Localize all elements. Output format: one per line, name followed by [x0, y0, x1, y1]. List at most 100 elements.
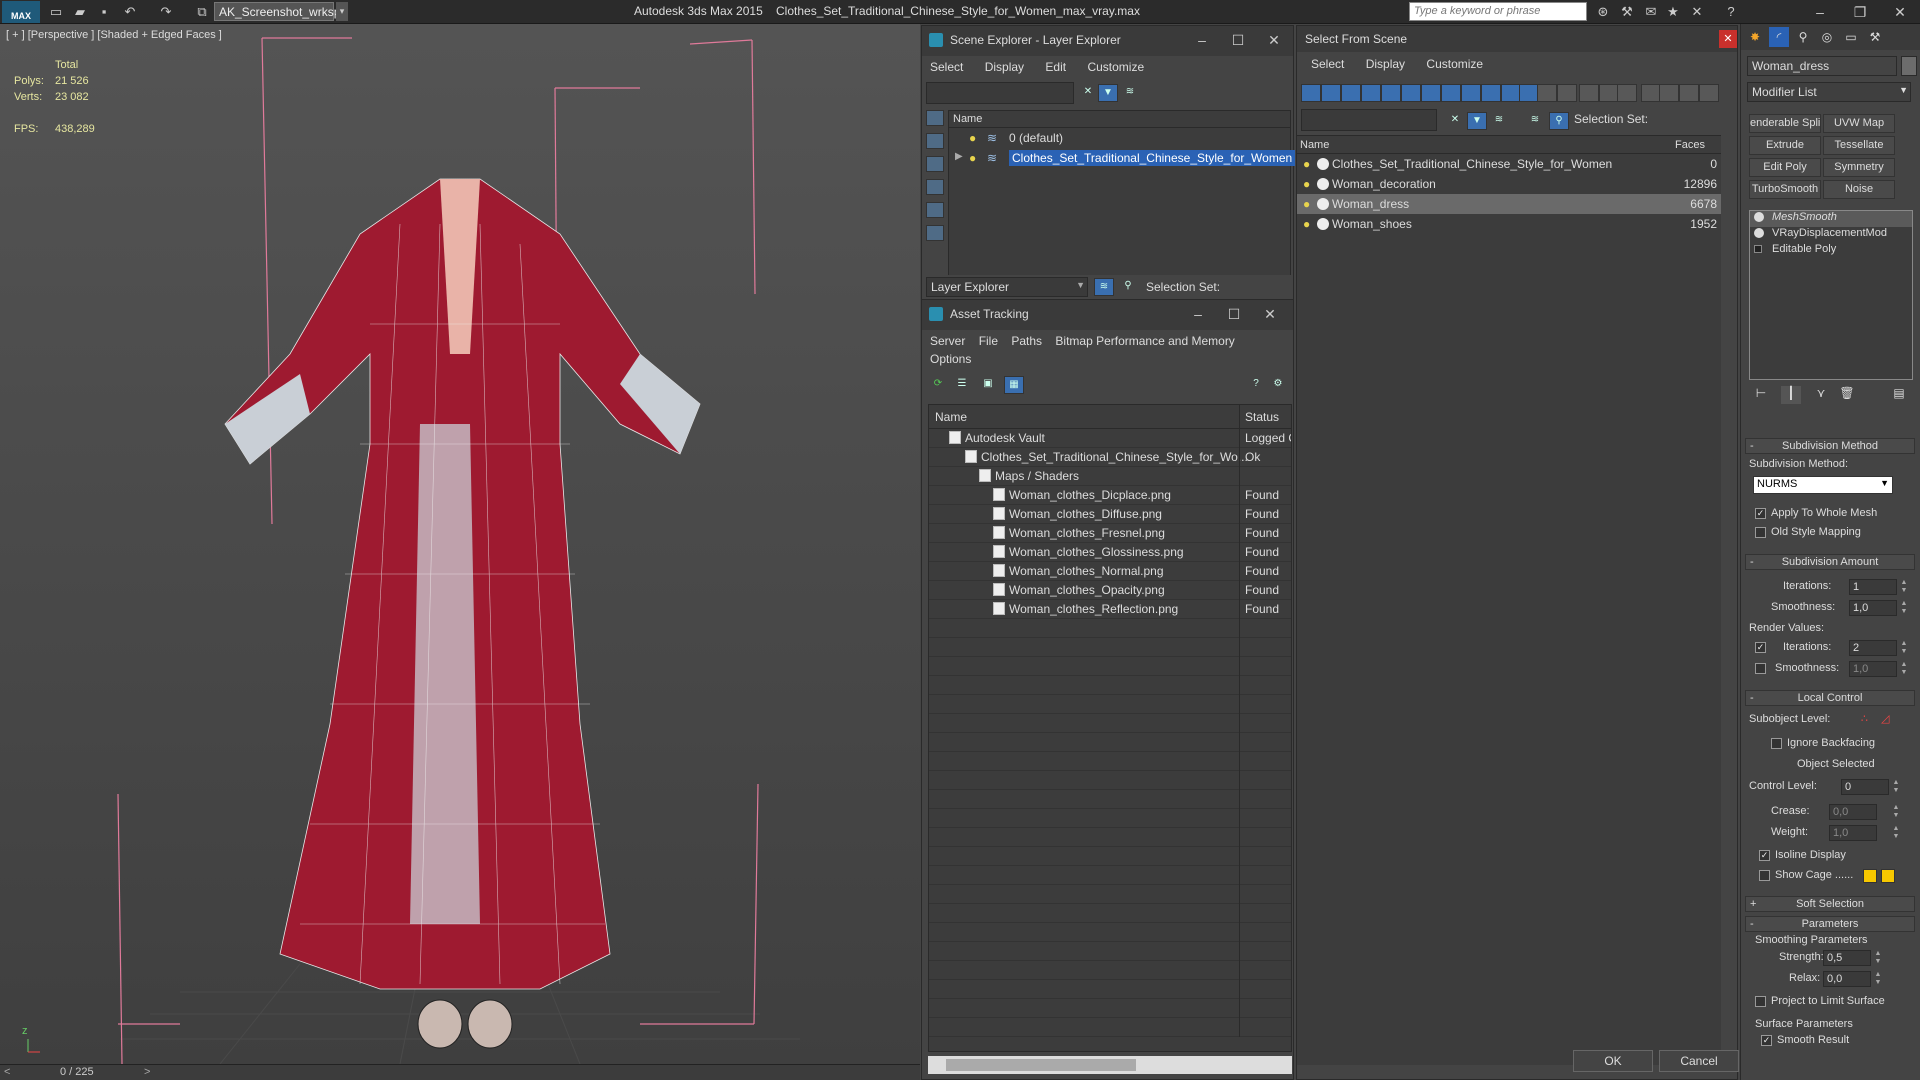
- viewport-label[interactable]: [ + ] [Perspective ] [Shaded + Edged Fac…: [6, 29, 222, 41]
- geometry-filter-icon[interactable]: [1301, 84, 1321, 102]
- configure-modifier-sets-icon[interactable]: ▤: [1889, 386, 1909, 404]
- refresh-icon[interactable]: ⟳: [928, 376, 948, 394]
- render-smoothness-spinner[interactable]: 1,0: [1849, 661, 1897, 677]
- modify-tab-icon[interactable]: ◜: [1769, 27, 1789, 47]
- light-bulb-icon[interactable]: ●: [1303, 177, 1310, 191]
- object-row[interactable]: ● Woman_decoration 12896: [1297, 174, 1721, 194]
- light-bulb-icon[interactable]: ●: [1303, 157, 1310, 171]
- visibility-bulb-icon[interactable]: [1754, 212, 1764, 222]
- object-name-field[interactable]: Woman_dress: [1747, 56, 1897, 76]
- asset-row[interactable]: Woman_clothes_Opacity.png Found: [929, 581, 1291, 600]
- filter-filter-icon[interactable]: [1659, 84, 1679, 102]
- asset-row[interactable]: Woman_clothes_Glossiness.png Found: [929, 543, 1291, 562]
- frozen-filter-icon[interactable]: [1501, 84, 1521, 102]
- rollout-subdivision-amount[interactable]: - Subdivision Amount: [1745, 554, 1915, 570]
- display-helpers-icon[interactable]: [926, 202, 944, 218]
- spinner-arrows-icon[interactable]: ▲ ▼: [1891, 779, 1901, 795]
- helpers-filter-icon[interactable]: [1381, 84, 1401, 102]
- ss-menu-customize[interactable]: Customize: [1426, 57, 1483, 71]
- display-cameras-icon[interactable]: [926, 179, 944, 195]
- help-icon[interactable]: ?: [1246, 376, 1266, 394]
- mod-button-noise[interactable]: Noise: [1823, 180, 1895, 199]
- select-all-filter-icon[interactable]: [1599, 84, 1619, 102]
- hierarchy-icon[interactable]: ⚲: [1118, 278, 1138, 296]
- spacewarps-filter-icon[interactable]: [1401, 84, 1421, 102]
- perspective-viewport[interactable]: z [ + ] [Perspective ] [Shaded + Edged F…: [0, 24, 920, 1064]
- cage-color-swatch[interactable]: [1863, 869, 1877, 883]
- object-row[interactable]: ● Woman_shoes 1952: [1297, 214, 1721, 234]
- light-bulb-icon[interactable]: ●: [969, 131, 976, 145]
- clear-search-icon[interactable]: ✕: [1445, 112, 1465, 130]
- all-filter-icon[interactable]: [1537, 84, 1557, 102]
- visibility-bulb-icon[interactable]: [1754, 228, 1764, 238]
- communication-icon[interactable]: ✉: [1642, 3, 1660, 21]
- project-limit-surface-checkbox[interactable]: [1755, 996, 1766, 1007]
- none-filter-icon[interactable]: [1557, 84, 1577, 102]
- layer-filter-icon[interactable]: ≋: [1120, 84, 1140, 102]
- spinner-arrows-icon[interactable]: ▲ ▼: [1899, 640, 1909, 656]
- expand-arrow-icon[interactable]: ▶: [955, 151, 963, 162]
- rollout-parameters[interactable]: - Parameters: [1745, 916, 1915, 932]
- spinner-arrows-icon[interactable]: ▲ ▼: [1899, 661, 1909, 677]
- light-bulb-icon[interactable]: ●: [1303, 197, 1310, 211]
- render-iterations-checkbox[interactable]: ✓: [1755, 642, 1766, 653]
- asset-row[interactable]: Woman_clothes_Reflection.png Found: [929, 600, 1291, 619]
- asset-tracking-close-button[interactable]: ✕: [1250, 303, 1290, 325]
- asset-row[interactable]: Maps / Shaders: [929, 467, 1291, 486]
- select-from-scene-close-button[interactable]: ✕: [1719, 30, 1737, 48]
- new-file-icon[interactable]: ▭: [48, 4, 64, 20]
- make-unique-icon[interactable]: ⋎: [1811, 386, 1831, 404]
- asset-name-column[interactable]: Name: [935, 410, 967, 424]
- rollout-local-control[interactable]: - Local Control: [1745, 690, 1915, 706]
- rollout-subdivision-method[interactable]: - Subdivision Method: [1745, 438, 1915, 454]
- app-logo[interactable]: MAX: [2, 1, 40, 23]
- columns-filter-icon[interactable]: [1699, 84, 1719, 102]
- smooth-result-checkbox[interactable]: ✓: [1761, 1035, 1772, 1046]
- show-cage-checkbox[interactable]: [1759, 870, 1770, 881]
- mod-button-symmetry[interactable]: Symmetry: [1823, 158, 1895, 177]
- filter-icon[interactable]: ▼: [1098, 84, 1118, 102]
- subdivision-method-dropdown[interactable]: NURMS ▼: [1753, 476, 1893, 494]
- save-icon[interactable]: ▪: [96, 4, 112, 20]
- help-icon[interactable]: ?: [1722, 3, 1740, 21]
- layer-tree-name-header[interactable]: Name: [949, 111, 1290, 128]
- project-folder-icon[interactable]: ⧉: [194, 4, 210, 20]
- asset-tracking-minimize-button[interactable]: –: [1178, 303, 1218, 325]
- containers-filter-icon[interactable]: [1481, 84, 1501, 102]
- object-row[interactable]: ● Clothes_Set_Traditional_Chinese_Style_f…: [1297, 154, 1721, 174]
- at-menu-paths[interactable]: Paths: [1011, 334, 1042, 348]
- keyword-search-input[interactable]: Type a keyword or phrase: [1409, 2, 1587, 21]
- exchange-icon[interactable]: ✕: [1688, 3, 1706, 21]
- remove-modifier-icon[interactable]: 🗑: [1837, 386, 1857, 404]
- iterations-spinner[interactable]: 1: [1849, 579, 1897, 595]
- prev-frame-button[interactable]: <: [4, 1066, 10, 1078]
- object-faces-column[interactable]: Faces: [1675, 139, 1705, 151]
- image-icon[interactable]: ▣: [978, 376, 998, 394]
- cameras-filter-icon[interactable]: [1361, 84, 1381, 102]
- stack-item-meshsmooth[interactable]: MeshSmooth: [1750, 211, 1912, 227]
- layer-row-default[interactable]: ● ≋ 0 (default): [949, 128, 1290, 148]
- at-menu-bitmap-performance[interactable]: Bitmap Performance and Memory: [1055, 334, 1234, 348]
- display-shapes-icon[interactable]: [926, 133, 944, 149]
- groups-filter-icon[interactable]: [1421, 84, 1441, 102]
- hierarchy-icon[interactable]: ⚲: [1549, 112, 1569, 130]
- minimize-button[interactable]: –: [1800, 1, 1840, 23]
- mod-button-edit-poly[interactable]: Edit Poly: [1749, 158, 1821, 177]
- filter-icon[interactable]: ▼: [1467, 112, 1487, 130]
- create-tab-icon[interactable]: ✸: [1745, 27, 1765, 47]
- spinner-arrows-icon[interactable]: ▲ ▼: [1891, 804, 1901, 820]
- ok-button[interactable]: OK: [1573, 1050, 1653, 1072]
- spinner-arrows-icon[interactable]: ▲ ▼: [1873, 950, 1883, 966]
- utilities-tab-icon[interactable]: ⚒: [1865, 27, 1885, 47]
- close-button[interactable]: ✕: [1880, 1, 1920, 23]
- select-none-filter-icon[interactable]: [1617, 84, 1637, 102]
- object-row[interactable]: ● Woman_dress 6678: [1297, 194, 1721, 214]
- table-view-icon[interactable]: ▦: [1004, 376, 1024, 394]
- time-slider[interactable]: < 0 / 225 >: [0, 1064, 920, 1080]
- scene-explorer-search-input[interactable]: [926, 82, 1074, 104]
- scene-explorer-minimize-button[interactable]: –: [1182, 29, 1222, 51]
- shapes-filter-icon[interactable]: [1321, 84, 1341, 102]
- asset-row[interactable]: Woman_clothes_Normal.png Found: [929, 562, 1291, 581]
- mod-button-renderable-spline[interactable]: enderable Splir: [1749, 114, 1821, 133]
- asset-status-column[interactable]: Status: [1245, 410, 1279, 424]
